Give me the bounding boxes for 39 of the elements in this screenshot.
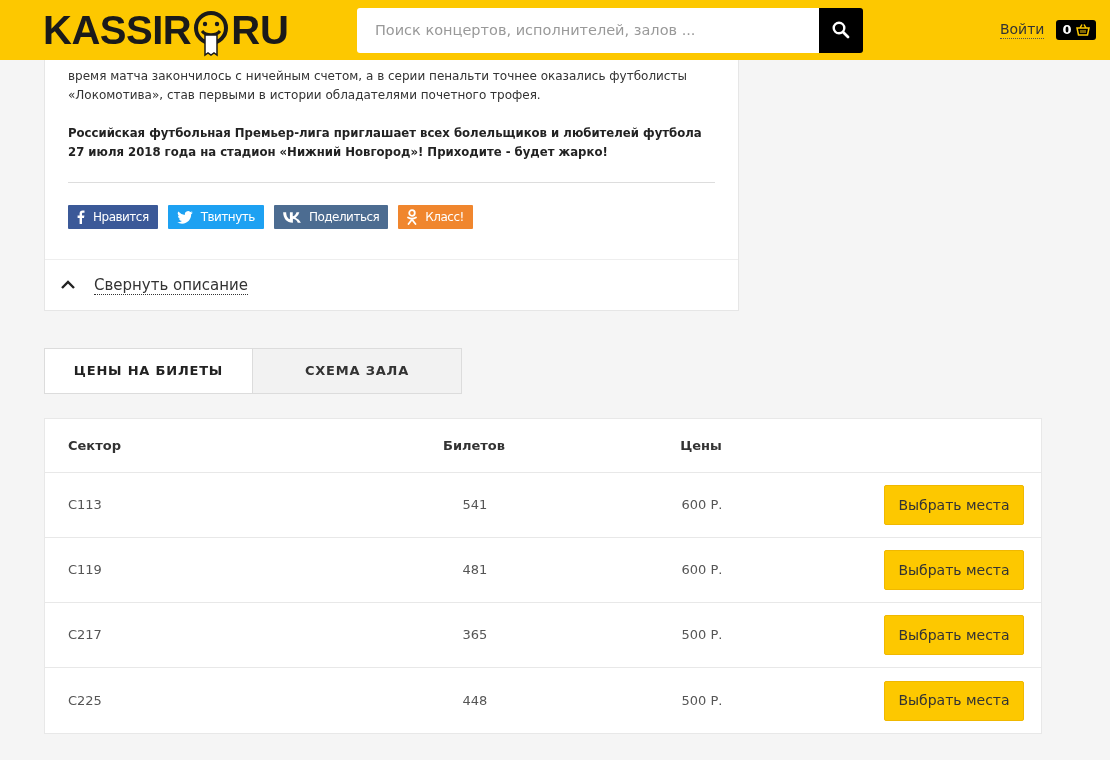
logo[interactable]: KASSIR RU [43, 1, 289, 59]
basket-icon [1075, 24, 1090, 36]
column-header: Сектор [68, 436, 122, 455]
ok-icon [407, 209, 418, 225]
tab[interactable]: ЦЕНЫ НА БИЛЕТЫ [44, 348, 253, 394]
table-cell-text: С119 [68, 561, 103, 580]
login-link[interactable]: Войти [999, 21, 1045, 39]
cart-button[interactable]: 0 [1056, 20, 1096, 40]
tab[interactable]: СХЕМА ЗАЛА [253, 348, 462, 394]
column-header: Билетов [441, 436, 507, 455]
table-cell-text: 600 Р. [680, 496, 724, 515]
table-cell-text: С217 [68, 626, 103, 645]
table-cell-text: 600 Р. [680, 561, 724, 580]
table-cell-text: 500 Р. [680, 626, 724, 645]
search-field[interactable]: Поиск концертов, исполнителей, залов ... [356, 7, 819, 53]
share-button[interactable]: Нравится [68, 205, 158, 229]
description-paragraph: время матча закончилось с ничейным счетом, а в серии пенальти точнее оказались футболисты «Локомотива», став первыми в истории обладателями почетного трофея. [68, 68, 688, 104]
choose-seats-button[interactable]: Выбрать места [884, 550, 1024, 590]
share-button[interactable]: Поделиться [273, 205, 389, 229]
table-cell-text: 541 [461, 496, 489, 515]
collapse-toggle[interactable]: Свернуть описание [45, 259, 738, 310]
table-cell-text: 365 [461, 626, 489, 645]
table-cell-text: 500 Р. [680, 691, 724, 710]
table-cell-text: 448 [461, 691, 489, 710]
table-cell-text: С113 [68, 496, 103, 515]
choose-seats-button[interactable]: Выбрать места [884, 680, 1024, 721]
search-icon [831, 21, 850, 39]
bird-icon [176, 210, 193, 224]
facebook-icon [77, 210, 85, 224]
search-button[interactable] [818, 7, 863, 53]
choose-seats-button[interactable]: Выбрать места [884, 615, 1024, 655]
chevron-up-icon [60, 280, 76, 290]
table-cell-text: С225 [68, 691, 103, 710]
vk-icon [282, 211, 301, 223]
column-header: Цены [679, 436, 723, 455]
choose-seats-button[interactable]: Выбрать места [884, 485, 1024, 525]
table-cell-text: 481 [461, 561, 489, 580]
smiley-icon [192, 11, 231, 59]
invitation-paragraph: Российская футбольная Премьер-лига приглашает всех болельщиков и любителей футбола 27 июля 2018 года на стадион «Нижний Новгород»! Приходите - будет жарко! [68, 125, 703, 161]
